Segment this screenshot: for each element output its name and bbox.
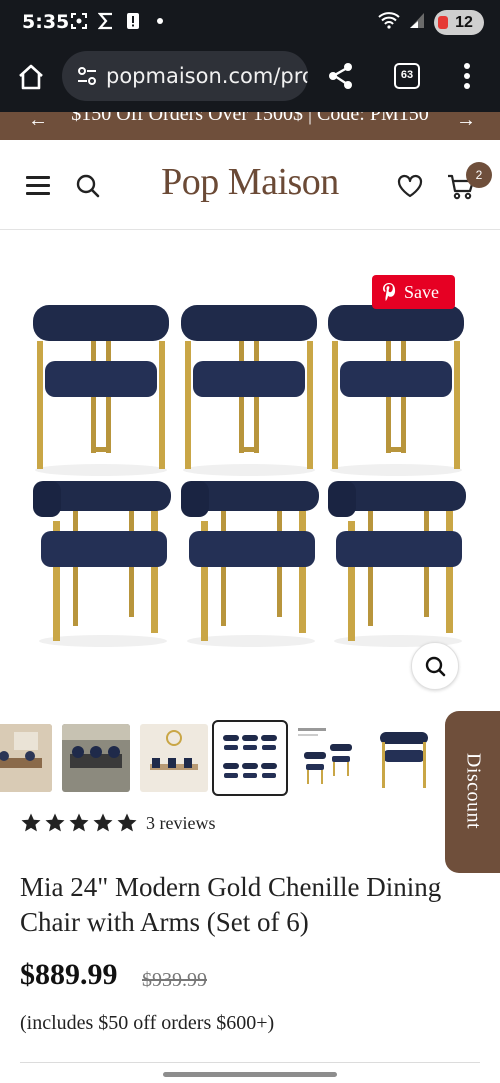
share-icon xyxy=(329,63,352,89)
gesture-bar[interactable] xyxy=(163,1072,337,1077)
thumbnail-1[interactable] xyxy=(0,724,52,792)
dot-icon xyxy=(151,12,169,30)
status-bar: 5:35 12 xyxy=(0,0,500,46)
star-icon xyxy=(93,813,113,832)
thumbnail-5[interactable] xyxy=(294,724,362,792)
home-button[interactable] xyxy=(16,62,48,94)
star-icon xyxy=(117,813,137,832)
screenshot-icon xyxy=(70,12,88,30)
promo-next-icon[interactable]: → xyxy=(456,112,476,132)
status-time: 5:35 xyxy=(22,11,70,33)
battery-indicator: 12 xyxy=(434,10,484,35)
zoom-button[interactable] xyxy=(411,642,459,690)
star-icon xyxy=(21,813,41,832)
pinterest-icon xyxy=(383,283,396,301)
overflow-menu-button[interactable] xyxy=(460,61,474,91)
thumbnail-4[interactable] xyxy=(212,720,288,796)
pinterest-save-label: Save xyxy=(404,281,439,302)
price-note: (includes $50 off orders $600+) xyxy=(20,1012,275,1034)
status-right: 12 xyxy=(378,10,484,35)
tab-switcher-button[interactable]: 63 xyxy=(394,63,420,89)
product-title: Mia 24" Modern Gold Chenille Dining Chai… xyxy=(20,872,442,937)
battery-level: 12 xyxy=(455,13,473,31)
alert-icon xyxy=(124,12,142,30)
battery-low-icon xyxy=(438,16,448,29)
discount-label: Discount xyxy=(462,752,485,830)
more-vert-icon xyxy=(464,63,470,89)
wishlist-icon[interactable] xyxy=(396,173,424,199)
sigma-icon xyxy=(97,12,115,30)
thumbnail-3[interactable] xyxy=(140,724,208,792)
url-text: popmaison.com/proc xyxy=(106,64,308,88)
share-button[interactable] xyxy=(326,61,356,91)
zoom-icon xyxy=(425,656,446,677)
thumbnail-strip xyxy=(0,720,445,800)
thumbnail-2[interactable] xyxy=(62,724,130,792)
cart-count-badge: 2 xyxy=(466,162,492,188)
star-icon xyxy=(69,813,89,832)
compare-at-price: $939.99 xyxy=(142,969,207,991)
promo-text: $150 Off Orders Over 1500$ | Code: PM150 xyxy=(71,112,429,125)
discount-tab[interactable]: Discount xyxy=(445,711,500,873)
thumbnail-6[interactable] xyxy=(370,724,438,792)
reviews-link[interactable]: 3 reviews xyxy=(146,813,215,834)
star-icon xyxy=(45,813,65,832)
wifi-icon xyxy=(378,11,400,34)
search-icon[interactable] xyxy=(75,173,101,199)
site-logo[interactable]: Pop Maison xyxy=(140,160,360,204)
menu-icon[interactable] xyxy=(26,176,50,195)
address-bar[interactable]: popmaison.com/proc xyxy=(62,51,308,101)
product-price: $889.99 xyxy=(20,958,118,991)
browser-toolbar: popmaison.com/proc 63 xyxy=(0,46,500,112)
divider xyxy=(20,1062,480,1063)
site-settings-icon[interactable] xyxy=(76,65,98,87)
pinterest-save-button[interactable]: Save xyxy=(372,275,455,309)
signal-icon xyxy=(408,11,426,34)
product-rating[interactable]: 3 reviews xyxy=(20,812,215,834)
status-icons xyxy=(70,12,169,30)
promo-bar: ← $150 Off Orders Over 1500$ | Code: PM1… xyxy=(0,112,500,140)
site-header: Pop Maison xyxy=(0,140,500,230)
home-icon xyxy=(19,64,43,90)
